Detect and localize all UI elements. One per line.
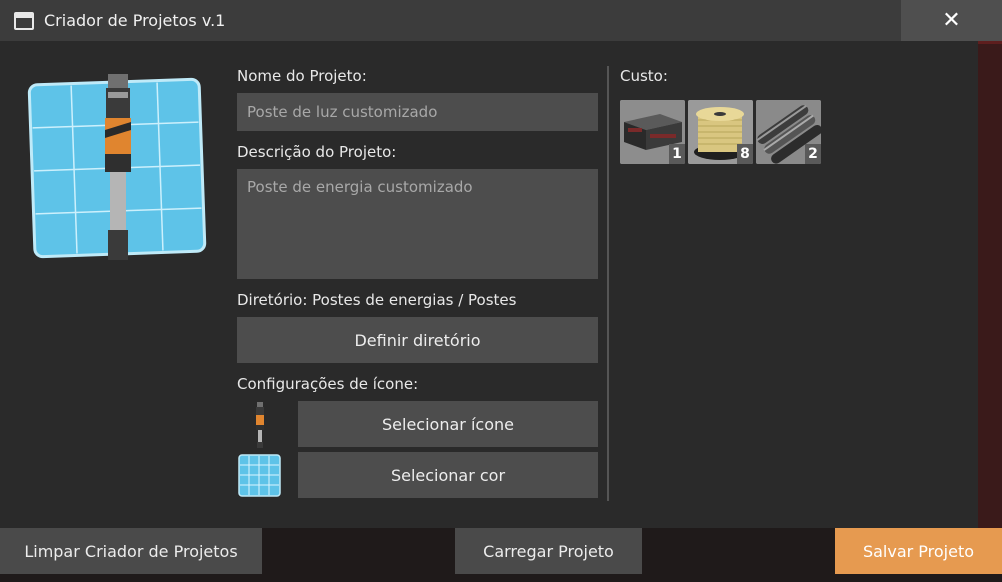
directory-label: Diretório: Postes de energias / Postes xyxy=(237,291,517,309)
select-icon-button[interactable]: Selecionar ícone xyxy=(298,401,598,447)
close-icon: ✕ xyxy=(942,8,961,33)
window-title: Criador de Projetos v.1 xyxy=(44,11,226,30)
cost-label: Custo: xyxy=(620,67,668,85)
close-button[interactable]: ✕ xyxy=(901,0,1002,41)
load-project-button[interactable]: Carregar Projeto xyxy=(455,528,642,574)
cost-item-metal-pipes: 2 xyxy=(756,100,821,164)
define-directory-button[interactable]: Definir diretório xyxy=(237,317,598,363)
clear-project-creator-button[interactable]: Limpar Criador de Projetos xyxy=(0,528,262,574)
cost-item-wire-spool: 8 xyxy=(688,100,753,164)
project-description-input[interactable]: Poste de energia customizado xyxy=(237,169,598,279)
vertical-divider xyxy=(607,66,609,501)
cost-count-badge: 1 xyxy=(669,144,685,164)
select-color-button[interactable]: Selecionar cor xyxy=(298,452,598,498)
color-swatch-preview xyxy=(238,454,281,497)
title-bar: Criador de Projetos v.1 ✕ xyxy=(0,0,1002,41)
save-project-button[interactable]: Salvar Projeto xyxy=(835,528,1002,574)
window-icon xyxy=(14,11,34,30)
icon-settings-label: Configurações de ícone: xyxy=(237,375,419,393)
project-description-label: Descrição do Projeto: xyxy=(237,143,397,161)
project-name-input[interactable]: Poste de luz customizado xyxy=(237,93,598,131)
cost-item-steel-beam: 1 xyxy=(620,100,685,164)
light-pole-icon xyxy=(105,74,131,260)
cost-count-badge: 8 xyxy=(737,144,753,164)
pole-icon-preview xyxy=(256,402,264,448)
project-creator-window: Nome do Projeto: Poste de luz customizad… xyxy=(0,4,978,528)
project-thumbnail xyxy=(27,74,207,260)
project-name-label: Nome do Projeto: xyxy=(237,67,367,85)
cost-count-badge: 2 xyxy=(805,144,821,164)
background-edge xyxy=(978,44,1002,528)
